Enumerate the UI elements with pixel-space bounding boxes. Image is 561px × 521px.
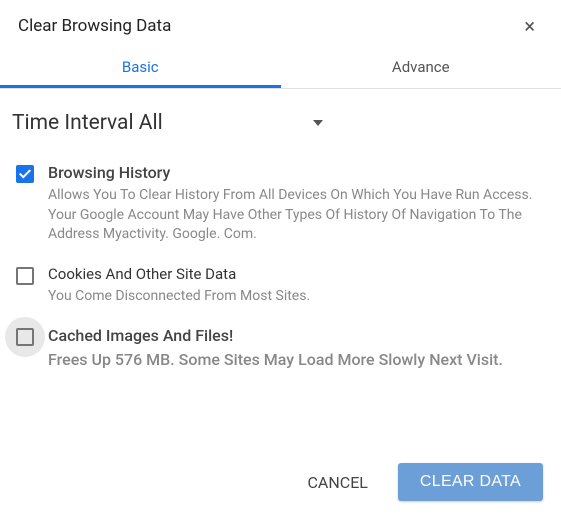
checkbox-browsing-history[interactable] (16, 165, 34, 183)
clear-browsing-data-dialog: Clear Browsing Data × Basic Advance Time… (0, 0, 561, 521)
cancel-button[interactable]: CANCEL (296, 465, 380, 500)
option-description: Allows You To Clear History From All Dev… (48, 186, 541, 245)
option-text: Cookies And Other Site Data You Come Dis… (48, 265, 541, 307)
checkbox-wrap (16, 326, 34, 346)
option-cached[interactable]: Cached Images And Files! Frees Up 576 MB… (12, 316, 545, 381)
checkbox-cached[interactable] (16, 328, 34, 346)
option-text: Cached Images And Files! Frees Up 576 MB… (48, 326, 541, 371)
option-browsing-history[interactable]: Browsing History Allows You To Clear His… (12, 153, 545, 255)
dialog-title: Clear Browsing Data (18, 16, 171, 36)
option-title: Browsing History (48, 163, 541, 182)
checkbox-cookies[interactable] (16, 267, 34, 285)
option-title: Cached Images And Files! (48, 326, 541, 345)
tab-basic[interactable]: Basic (0, 46, 281, 88)
option-description: Frees Up 576 MB. Some Sites May Load Mor… (48, 349, 541, 371)
tab-advanced[interactable]: Advance (281, 46, 561, 88)
dialog-header: Clear Browsing Data × (0, 0, 561, 46)
option-text: Browsing History Allows You To Clear His… (48, 163, 541, 245)
option-cookies[interactable]: Cookies And Other Site Data You Come Dis… (12, 255, 545, 317)
dialog-content: Time Interval All Browsing History Allow… (0, 89, 561, 445)
clear-data-button[interactable]: CLEAR DATA (398, 463, 543, 501)
option-title: Cookies And Other Site Data (48, 265, 541, 283)
close-button[interactable]: × (516, 10, 543, 42)
chevron-down-icon (313, 120, 323, 126)
option-description: You Come Disconnected From Most Sites. (48, 287, 541, 307)
dialog-footer: CANCEL CLEAR DATA (0, 445, 561, 521)
tab-bar: Basic Advance (0, 46, 561, 89)
time-interval-row[interactable]: Time Interval All (12, 105, 545, 153)
time-interval-label: Time Interval All (12, 111, 163, 135)
time-interval-select[interactable]: Time Interval All (12, 111, 323, 135)
